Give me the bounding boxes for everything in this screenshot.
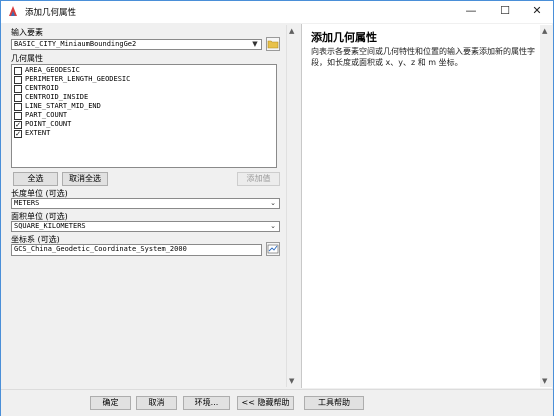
checkbox-checked[interactable]: ✓ bbox=[14, 121, 22, 129]
length-unit-value: METERS bbox=[14, 199, 40, 207]
add-value-button[interactable]: 添加值 bbox=[237, 172, 280, 186]
help-scrollbar[interactable]: ▲ ▼ bbox=[540, 25, 552, 387]
length-unit-select[interactable]: METERS ⌄ bbox=[11, 198, 280, 209]
geometry-properties-label: 几何属性 bbox=[11, 54, 43, 63]
help-description: 向表示各要素空间或几何特性和位置的输入要素添加新的属性字段，如长度或面积或 x、… bbox=[311, 47, 535, 67]
chevron-down-icon[interactable]: ⌄ bbox=[268, 222, 278, 231]
window-title: 添加几何属性 bbox=[25, 8, 77, 18]
checkbox[interactable] bbox=[14, 85, 22, 93]
parameters-scrollbar[interactable]: ▲ ▼ bbox=[286, 25, 298, 387]
input-features-label: 输入要素 bbox=[11, 28, 43, 37]
cancel-button[interactable]: 取消 bbox=[136, 396, 177, 410]
clear-all-button[interactable]: 取消全选 bbox=[62, 172, 108, 186]
help-title: 添加几何属性 bbox=[311, 31, 377, 44]
chevron-down-icon[interactable]: ⌄ bbox=[268, 199, 278, 208]
environments-button[interactable]: 环境... bbox=[183, 396, 230, 410]
button-bar: 确定 取消 环境... << 隐藏帮助 工具帮助 bbox=[1, 389, 553, 416]
browse-folder-button[interactable] bbox=[266, 37, 280, 51]
input-features-value: BASIC_CITY_MiniaumBoundingGe2 bbox=[14, 40, 137, 48]
checkbox[interactable] bbox=[14, 67, 22, 75]
arctoolbox-icon bbox=[9, 6, 17, 16]
scroll-down-icon[interactable]: ▼ bbox=[542, 377, 547, 385]
checkbox[interactable] bbox=[14, 94, 22, 102]
close-button[interactable]: ✕ bbox=[521, 1, 553, 23]
area-unit-select[interactable]: SQUARE_KILOMETERS ⌄ bbox=[11, 221, 280, 232]
tool-help-button[interactable]: 工具帮助 bbox=[304, 396, 364, 410]
area-unit-value: SQUARE_KILOMETERS bbox=[14, 222, 86, 230]
spatial-reference-icon bbox=[267, 244, 279, 254]
ok-button[interactable]: 确定 bbox=[90, 396, 131, 410]
help-panel: 添加几何属性 向表示各要素空间或几何特性和位置的输入要素添加新的属性字段，如长度… bbox=[301, 24, 552, 388]
checkbox[interactable] bbox=[14, 76, 22, 84]
tool-dialog: 添加几何属性 — ☐ ✕ 输入要素 BASIC_CITY_MiniaumBoun… bbox=[0, 0, 554, 416]
scroll-down-icon[interactable]: ▼ bbox=[289, 377, 294, 385]
geometry-properties-list[interactable]: AREA_GEODESIC PERIMETER_LENGTH_GEODESIC … bbox=[11, 64, 277, 168]
scroll-up-icon[interactable]: ▲ bbox=[289, 27, 294, 35]
minimize-button[interactable]: — bbox=[455, 1, 487, 23]
select-all-button[interactable]: 全选 bbox=[13, 172, 58, 186]
folder-icon bbox=[267, 40, 279, 49]
checkbox[interactable] bbox=[14, 103, 22, 111]
hide-help-button[interactable]: << 隐藏帮助 bbox=[237, 396, 294, 410]
coord-system-value: GCS_China_Geodetic_Coordinate_System_200… bbox=[14, 245, 187, 253]
checkbox[interactable] bbox=[14, 112, 22, 120]
input-features-combo[interactable]: BASIC_CITY_MiniaumBoundingGe2 ▼ bbox=[11, 39, 262, 50]
coord-system-properties-button[interactable] bbox=[266, 242, 280, 256]
dropdown-arrow-icon[interactable]: ▼ bbox=[250, 40, 260, 49]
maximize-button[interactable]: ☐ bbox=[489, 1, 521, 23]
coord-system-field[interactable]: GCS_China_Geodetic_Coordinate_System_200… bbox=[11, 244, 262, 256]
checkbox-checked[interactable]: ✓ bbox=[14, 130, 22, 138]
title-bar[interactable]: 添加几何属性 — ☐ ✕ bbox=[1, 1, 553, 23]
scroll-up-icon[interactable]: ▲ bbox=[542, 27, 547, 35]
